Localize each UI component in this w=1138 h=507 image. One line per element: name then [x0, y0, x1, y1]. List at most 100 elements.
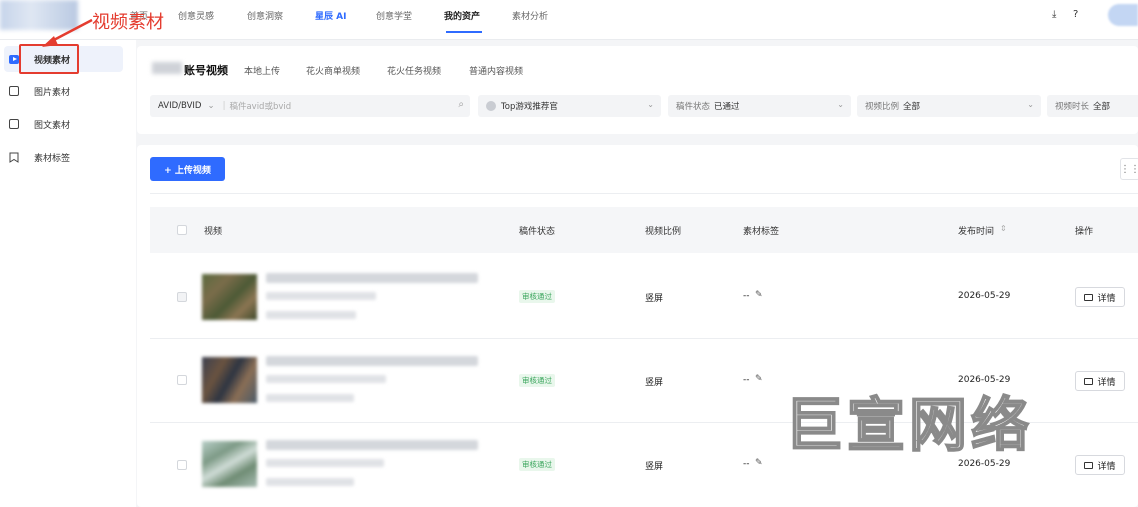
column-status: 稿件状态 [519, 227, 556, 237]
edit-icon[interactable]: ✎ [755, 374, 763, 384]
nav-my-assets[interactable]: 我的资产 [444, 9, 480, 22]
duration-select[interactable]: 视频时长 全部 [1047, 95, 1138, 117]
detail-label: 详情 [1097, 293, 1116, 304]
search-filter[interactable]: AVID/BVID ⌄ | 稿件avid或bvid ⌕ [150, 95, 470, 117]
tab-account-videos[interactable]: 账号视频 [184, 62, 228, 78]
nav-academy[interactable]: 创意学堂 [376, 9, 412, 22]
top-navigation: 首页 创意灵感 创意洞察 星辰 AI 创意学堂 我的资产 素材分析 ⤓ ? [0, 0, 1138, 40]
row-checkbox[interactable] [177, 375, 187, 385]
nav-inspiration[interactable]: 创意灵感 [178, 9, 214, 22]
status-badge: 审核通过 [519, 290, 555, 303]
video-title [266, 440, 478, 450]
partition-select[interactable]: Top游戏推荐官 ⌄ [478, 95, 661, 117]
ratio-value: 竖屏 [645, 462, 664, 472]
select-all-checkbox[interactable] [177, 225, 187, 235]
tags-value: -- [743, 459, 750, 469]
column-ratio: 视频比例 [645, 227, 682, 237]
tags-value: -- [743, 291, 750, 301]
video-id [266, 394, 354, 402]
detail-label: 详情 [1097, 377, 1116, 388]
nav-insight[interactable]: 创意洞察 [247, 9, 283, 22]
search-input[interactable]: 稿件avid或bvid [229, 100, 291, 112]
nav-analysis[interactable]: 素材分析 [512, 9, 548, 22]
detail-button[interactable]: 详情 [1075, 455, 1125, 475]
edit-icon[interactable]: ✎ [755, 290, 763, 300]
video-thumbnail[interactable] [202, 274, 257, 320]
chevron-down-icon: ⌄ [207, 101, 215, 111]
document-icon [8, 118, 20, 130]
detail-button[interactable]: 详情 [1075, 287, 1125, 307]
status-select-value: 已通过 [714, 102, 740, 112]
download-icon[interactable]: ⤓ [1052, 9, 1056, 20]
chevron-down-icon: ⌄ [837, 100, 844, 109]
ratio-select-label: 视频比例 [865, 102, 900, 112]
sidebar-item-article[interactable]: 图文素材 [4, 111, 123, 137]
column-actions: 操作 [1075, 227, 1094, 237]
tags-value: -- [743, 375, 750, 385]
tab-huahuo-order[interactable]: 花火商单视频 [306, 64, 360, 77]
chevron-down-icon: ⌄ [1027, 100, 1034, 109]
chevron-down-icon: ⌄ [647, 100, 654, 109]
tab-local-upload[interactable]: 本地上传 [244, 64, 280, 77]
video-meta [266, 459, 384, 467]
column-tags: 素材标签 [743, 227, 780, 237]
video-thumbnail[interactable] [202, 441, 257, 487]
nav-star-ai[interactable]: 星辰 AI [315, 9, 346, 22]
row-divider [150, 338, 1138, 339]
tab-normal-content[interactable]: 普通内容视频 [469, 64, 523, 77]
partition-value: Top游戏推荐官 [501, 102, 558, 112]
sort-icon[interactable]: ⇕ [1000, 224, 1007, 233]
avatar[interactable] [1108, 4, 1138, 26]
grid-view-icon[interactable]: ⋮⋮ [1120, 158, 1138, 180]
edit-icon[interactable]: ✎ [755, 458, 763, 468]
partition-avatar [486, 101, 496, 111]
detail-icon [1084, 377, 1094, 385]
video-meta [266, 375, 386, 383]
video-title [266, 273, 478, 283]
row-checkbox[interactable] [177, 460, 187, 470]
ratio-select[interactable]: 视频比例 全部 ⌄ [857, 95, 1041, 117]
sidebar-item-label: 素材标签 [34, 153, 71, 164]
help-icon[interactable]: ? [1073, 9, 1078, 20]
status-select[interactable]: 稿件状态 已通过 ⌄ [668, 95, 851, 117]
active-tab-indicator [446, 31, 482, 33]
sidebar-item-tags[interactable]: 素材标签 [4, 144, 123, 170]
id-type-select[interactable]: AVID/BVID [158, 101, 201, 111]
sidebar-item-label: 图文素材 [34, 120, 71, 131]
video-thumbnail[interactable] [202, 357, 257, 403]
tab-huahuo-task[interactable]: 花火任务视频 [387, 64, 441, 77]
column-video: 视频 [204, 227, 223, 237]
divider [150, 193, 1138, 194]
video-meta [266, 292, 376, 300]
ratio-value: 竖屏 [645, 294, 664, 304]
video-id [266, 478, 354, 486]
detail-icon [1084, 293, 1094, 301]
column-publish-time[interactable]: 发布时间 [958, 224, 994, 237]
status-badge: 审核通过 [519, 374, 555, 387]
video-id [266, 311, 356, 319]
publish-date: 2026-05-29 [958, 291, 1011, 301]
status-select-label: 稿件状态 [676, 102, 711, 112]
ratio-value: 竖屏 [645, 378, 664, 388]
duration-select-label: 视频时长 [1055, 102, 1090, 112]
detail-icon [1084, 461, 1094, 469]
bookmark-icon [8, 151, 20, 163]
annotation-arrow-icon [42, 18, 93, 47]
detail-button[interactable]: 详情 [1075, 371, 1125, 391]
account-name [152, 62, 182, 74]
duration-select-value: 全部 [1093, 102, 1111, 112]
sidebar-item-image[interactable]: 图片素材 [4, 78, 123, 104]
watermark: 巨宣网络 [784, 390, 1034, 460]
row-checkbox[interactable] [177, 292, 187, 302]
status-badge: 审核通过 [519, 458, 555, 471]
ratio-select-value: 全部 [903, 102, 921, 112]
search-icon[interactable]: ⌕ [458, 99, 464, 110]
filter-panel [137, 46, 1138, 134]
sidebar: 视频素材 图片素材 图文素材 素材标签 [0, 40, 136, 507]
sidebar-item-label: 图片素材 [34, 87, 71, 98]
upload-video-button[interactable]: + 上传视频 [150, 157, 225, 181]
annotation-label: 视频素材 [92, 12, 164, 33]
detail-label: 详情 [1097, 461, 1116, 472]
video-title [266, 356, 478, 366]
image-icon [8, 85, 20, 97]
